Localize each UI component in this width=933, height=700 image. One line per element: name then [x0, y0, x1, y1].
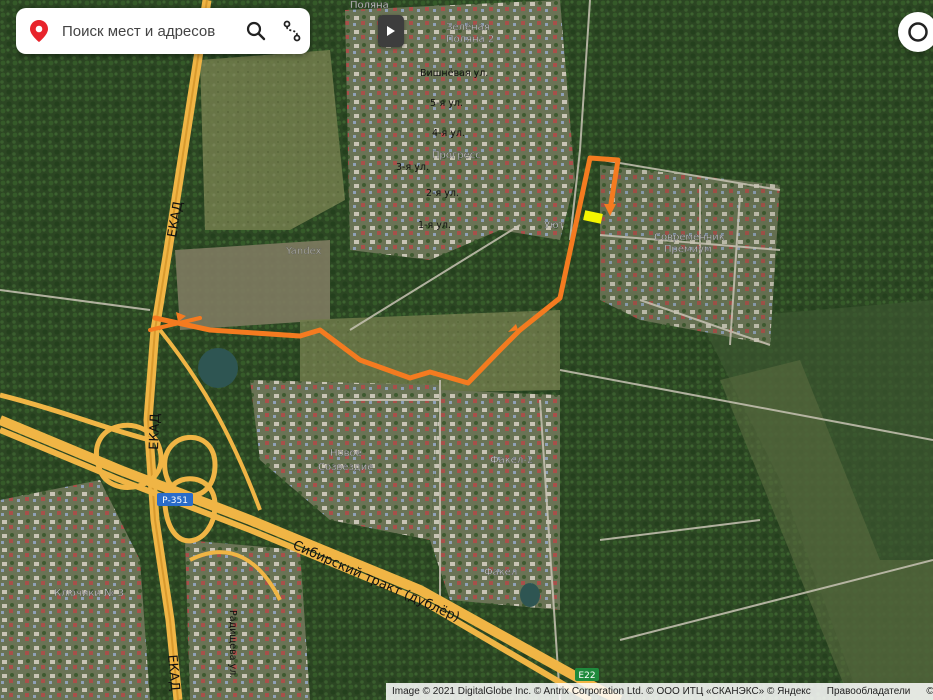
road-label-ekad: ЕКАД: [164, 654, 182, 692]
area-label: Зелёная: [446, 22, 490, 33]
street-label: 3-я ул.: [396, 162, 429, 173]
satellite-map[interactable]: ЕКАД ЕКАД ЕКАД Сибирский тракт (дублёр) …: [0, 0, 933, 700]
road-shield-e22: E22: [575, 668, 599, 681]
meadow: [300, 310, 560, 395]
circle-icon[interactable]: [898, 12, 933, 52]
road-label-ekad: ЕКАД: [147, 413, 163, 450]
area-label: Созвездие: [318, 462, 373, 473]
village-south: [185, 540, 310, 700]
search-bar[interactable]: Поиск мест и адресов: [16, 8, 310, 54]
search-input[interactable]: Поиск мест и адресов: [62, 23, 238, 40]
area-label: Уют: [544, 220, 565, 231]
street-label: 2-я ул.: [426, 188, 459, 199]
route-icon[interactable]: [274, 8, 310, 54]
copyright-bar: Image © 2021 DigitalGlobe Inc. © Antrix …: [386, 683, 933, 700]
road-shield-r351: Р-351: [157, 493, 193, 506]
area-label: Премиум: [664, 244, 712, 255]
clearing: [200, 50, 345, 230]
area-label: Поляна: [350, 0, 389, 11]
map-pin-icon: [16, 8, 62, 54]
area-label: Прогресс: [432, 150, 481, 161]
yandex-copyright: © Я: [926, 686, 933, 697]
svg-text:Р-351: Р-351: [162, 496, 188, 506]
street-label: 5-я ул.: [430, 98, 463, 109]
area-label: Факел: [484, 567, 517, 578]
area-label: Современник: [654, 232, 725, 243]
area-label: Факел-2: [490, 455, 533, 466]
street-label: Вишнёвая ул.: [420, 68, 488, 79]
pond-small: [520, 583, 540, 607]
play-icon[interactable]: [378, 15, 404, 47]
area-label: Ключики № 3: [54, 588, 124, 599]
rights-holders-link[interactable]: Правообладатели: [827, 686, 911, 697]
street-label: Радищева ул.: [227, 610, 238, 678]
magnifier-icon[interactable]: [238, 8, 274, 54]
area-label: Новое: [330, 448, 362, 459]
svg-text:E22: E22: [578, 671, 595, 681]
street-label: 4-я ул.: [432, 128, 465, 139]
pond: [198, 348, 238, 388]
area-label: Поляна 2: [446, 34, 494, 45]
watermark-label: Yandex: [285, 246, 322, 257]
copyright-text: Image © 2021 DigitalGlobe Inc. © Antrix …: [392, 686, 811, 697]
street-label: 1-я ул.: [418, 220, 451, 231]
